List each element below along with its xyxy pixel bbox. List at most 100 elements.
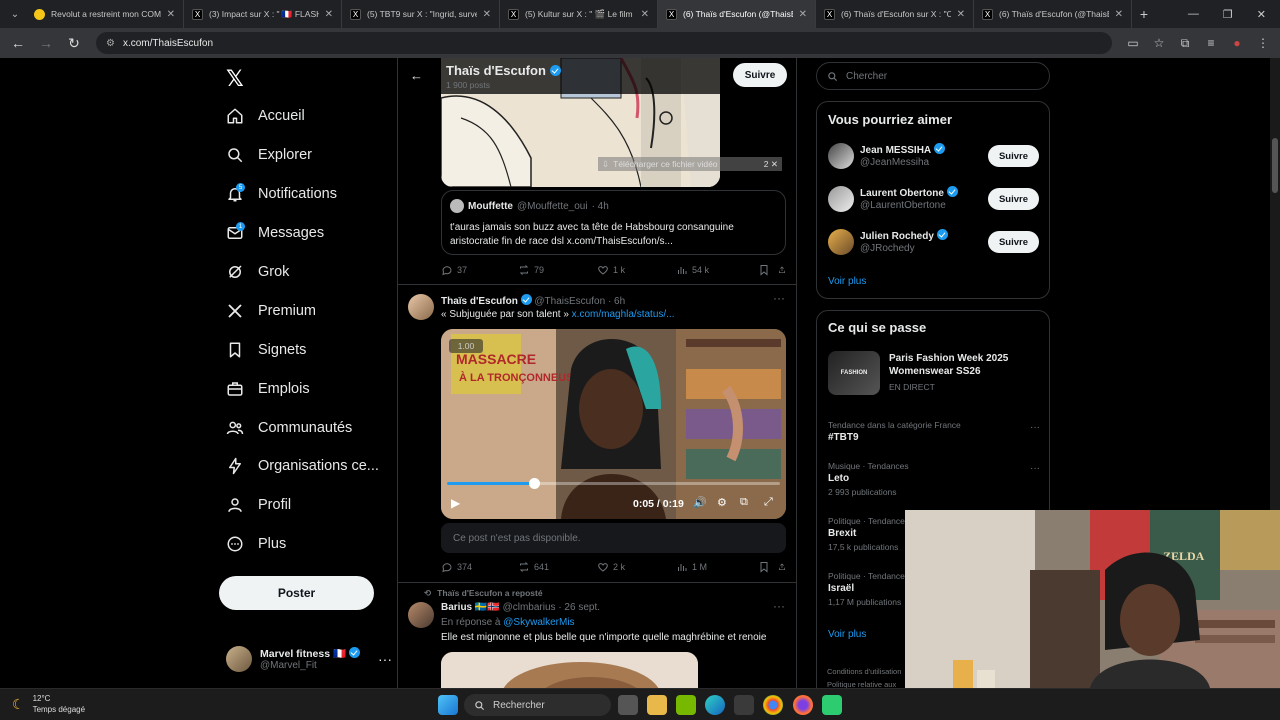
settings-gear-icon[interactable]: ⚙ bbox=[717, 496, 727, 509]
bookmark-action[interactable] bbox=[758, 561, 778, 573]
more-dots-icon[interactable]: ··· bbox=[773, 599, 785, 613]
tab-close-icon[interactable]: ✕ bbox=[957, 9, 965, 20]
download-video-overlay[interactable]: ⇩ Télécharger ce fichier vidéo 2 ✕ bbox=[598, 157, 782, 171]
account-switcher[interactable]: Marvel fitness 🇫🇷 @Marvel_Fit ··· bbox=[226, 642, 392, 676]
nav-item-messages[interactable]: 1 Messages bbox=[226, 219, 324, 247]
nav-item-more[interactable]: Plus bbox=[226, 530, 286, 558]
url-bar[interactable]: ⚙ x.com/ThaisEscufon bbox=[96, 32, 1112, 54]
fullscreen-icon[interactable]: ⤢ bbox=[764, 496, 773, 509]
browser-menu-icon[interactable]: ⋮ bbox=[1252, 36, 1274, 50]
tab-search-button[interactable]: ⌄ bbox=[4, 4, 26, 24]
suggestion-item[interactable]: Julien Rochedy @JRochedy Suivre bbox=[828, 227, 1040, 257]
reply-to-handle[interactable]: @SkywalkerMis bbox=[503, 617, 574, 628]
post-time[interactable]: · 6h bbox=[608, 296, 625, 307]
nav-item-home[interactable]: Accueil bbox=[226, 102, 305, 130]
footer-link[interactable]: Conditions d'utilisation bbox=[827, 665, 901, 678]
nav-item-profile[interactable]: Profil bbox=[226, 491, 291, 519]
suggestion-item[interactable]: Laurent Obertone @LaurentObertone Suivre bbox=[828, 184, 1040, 214]
play-icon[interactable]: ▶ bbox=[451, 496, 460, 510]
suggestion-item[interactable]: Jean MESSIHA @JeanMessiha Suivre bbox=[828, 141, 1040, 171]
playback-rate[interactable]: 1.00 bbox=[449, 339, 483, 353]
tab-close-icon[interactable]: ✕ bbox=[799, 9, 807, 20]
repost-action[interactable]: 641 bbox=[518, 561, 597, 573]
author-name[interactable]: Barius 🇸🇪🇳🇴 bbox=[441, 602, 500, 613]
like-action[interactable]: 2 k bbox=[597, 561, 676, 573]
browser-tab-2[interactable]: X (5) TBT9 sur X : "Ingrid, surveillez ✕ bbox=[342, 0, 500, 28]
store-icon[interactable] bbox=[734, 695, 754, 715]
reload-button[interactable]: ↻ bbox=[62, 31, 86, 55]
trend-item[interactable]: Tendance dans la catégorie France #TBT9 … bbox=[828, 420, 1040, 443]
quoted-post[interactable]: Mouffette @Mouffette_oui · 4h t'auras ja… bbox=[441, 190, 786, 255]
nav-item-jobs[interactable]: Emplois bbox=[226, 375, 310, 403]
close-icon[interactable]: ✕ bbox=[771, 159, 778, 169]
file-explorer-icon[interactable] bbox=[647, 695, 667, 715]
volume-icon[interactable]: 🔊 bbox=[693, 496, 707, 509]
edge-browser-icon[interactable] bbox=[705, 695, 725, 715]
avatar[interactable] bbox=[408, 294, 434, 320]
post-button[interactable]: Poster bbox=[219, 576, 374, 610]
task-view-icon[interactable] bbox=[618, 695, 638, 715]
back-button[interactable]: ← bbox=[6, 31, 30, 55]
tab-close-icon[interactable]: ✕ bbox=[483, 9, 491, 20]
video-progress-track[interactable] bbox=[447, 478, 780, 489]
browser-tab-3[interactable]: X (5) Kultur sur X : " 🎬 Le film ✕ bbox=[500, 0, 658, 28]
show-more-link[interactable]: Voir plus bbox=[828, 629, 866, 640]
tab-close-icon[interactable]: ✕ bbox=[167, 9, 175, 20]
views-action[interactable]: 54 k bbox=[676, 264, 758, 276]
site-info-icon[interactable]: ⚙ bbox=[106, 38, 115, 49]
more-dots-icon[interactable]: ··· bbox=[1030, 463, 1040, 474]
author-handle[interactable]: @clmbarius bbox=[503, 602, 556, 613]
reposted-by[interactable]: Thaïs d'Escufon a reposté bbox=[437, 588, 542, 599]
views-action[interactable]: 1 M bbox=[676, 561, 758, 573]
nav-item-premium[interactable]: Premium bbox=[226, 297, 316, 325]
share-action[interactable] bbox=[778, 264, 786, 276]
tab-close-icon[interactable]: ✕ bbox=[641, 9, 649, 20]
new-tab-button[interactable]: + bbox=[1132, 6, 1156, 22]
pip-icon[interactable]: ⧉ bbox=[740, 496, 748, 509]
back-arrow-icon[interactable]: ← bbox=[410, 68, 423, 83]
profile-avatar-icon[interactable]: ● bbox=[1226, 36, 1248, 50]
author-name[interactable]: Thaïs d'Escufon bbox=[441, 296, 518, 307]
like-action[interactable]: 1 k bbox=[597, 264, 676, 276]
post-time[interactable]: · 26 sept. bbox=[558, 602, 600, 613]
cast-icon[interactable]: ▭ bbox=[1122, 36, 1144, 50]
restore-icon[interactable]: ❐ bbox=[1223, 8, 1233, 21]
nav-item-grok[interactable]: Grok bbox=[226, 258, 289, 286]
app-icon[interactable] bbox=[822, 695, 842, 715]
nav-item-explore[interactable]: Explorer bbox=[226, 141, 312, 169]
footer-link[interactable]: Politique relative aux bbox=[827, 678, 901, 688]
bookmark-star-icon[interactable]: ☆ bbox=[1148, 36, 1170, 50]
follow-button[interactable]: Suivre bbox=[988, 231, 1039, 253]
browser-tab-0[interactable]: Revolut a restreint mon COMPTE ✕ bbox=[26, 0, 184, 28]
bookmark-action[interactable] bbox=[758, 264, 778, 276]
nav-item-communities[interactable]: Communautés bbox=[226, 414, 352, 442]
follow-button[interactable]: Suivre bbox=[988, 188, 1039, 210]
follow-button[interactable]: Suivre bbox=[988, 145, 1039, 167]
windows-start-icon[interactable] bbox=[438, 695, 458, 715]
nav-item-bookmarks[interactable]: Signets bbox=[226, 336, 306, 364]
x-logo-icon[interactable]: 𝕏 bbox=[226, 66, 244, 92]
author-handle[interactable]: @ThaisEscufon bbox=[534, 296, 605, 307]
show-more-link[interactable]: Voir plus bbox=[828, 276, 866, 287]
video-player[interactable]: MASSACRE À LA TRONÇONNEUSE 1.00 ▶ 0:05 /… bbox=[441, 329, 786, 519]
reply-action[interactable]: 374 bbox=[441, 561, 518, 573]
nvidia-icon[interactable] bbox=[676, 695, 696, 715]
browser-tab-6[interactable]: X (6) Thaïs d'Escufon (@ThaisEscufon) ✕ bbox=[974, 0, 1132, 28]
extensions-icon[interactable]: ⧉ bbox=[1174, 36, 1196, 51]
tab-close-icon[interactable]: ✕ bbox=[325, 9, 333, 20]
minimize-icon[interactable]: — bbox=[1188, 8, 1199, 21]
nav-item-notifications[interactable]: 5 Notifications bbox=[226, 180, 337, 208]
browser-tab-4[interactable]: X (6) Thaïs d'Escufon (@ThaisEscufon) ✕ bbox=[658, 0, 816, 28]
avatar[interactable] bbox=[408, 602, 434, 628]
scrollbar-thumb[interactable] bbox=[1272, 138, 1278, 193]
browser-tab-5[interactable]: X (6) Thaïs d'Escufon sur X : "Oui ✕ bbox=[816, 0, 974, 28]
more-dots-icon[interactable]: ··· bbox=[773, 291, 785, 305]
tab-close-icon[interactable]: ✕ bbox=[1115, 9, 1123, 20]
taskbar-search[interactable]: Rechercher bbox=[464, 694, 611, 716]
weather-widget[interactable]: ☾ 12°C Temps dégagé bbox=[12, 693, 85, 715]
reading-list-icon[interactable]: ≡ bbox=[1200, 36, 1222, 50]
post-image[interactable] bbox=[441, 652, 698, 688]
post-link[interactable]: x.com/maghla/status/... bbox=[572, 309, 675, 320]
more-dots-icon[interactable]: ··· bbox=[1030, 422, 1040, 433]
reply-action[interactable]: 37 bbox=[441, 264, 518, 276]
